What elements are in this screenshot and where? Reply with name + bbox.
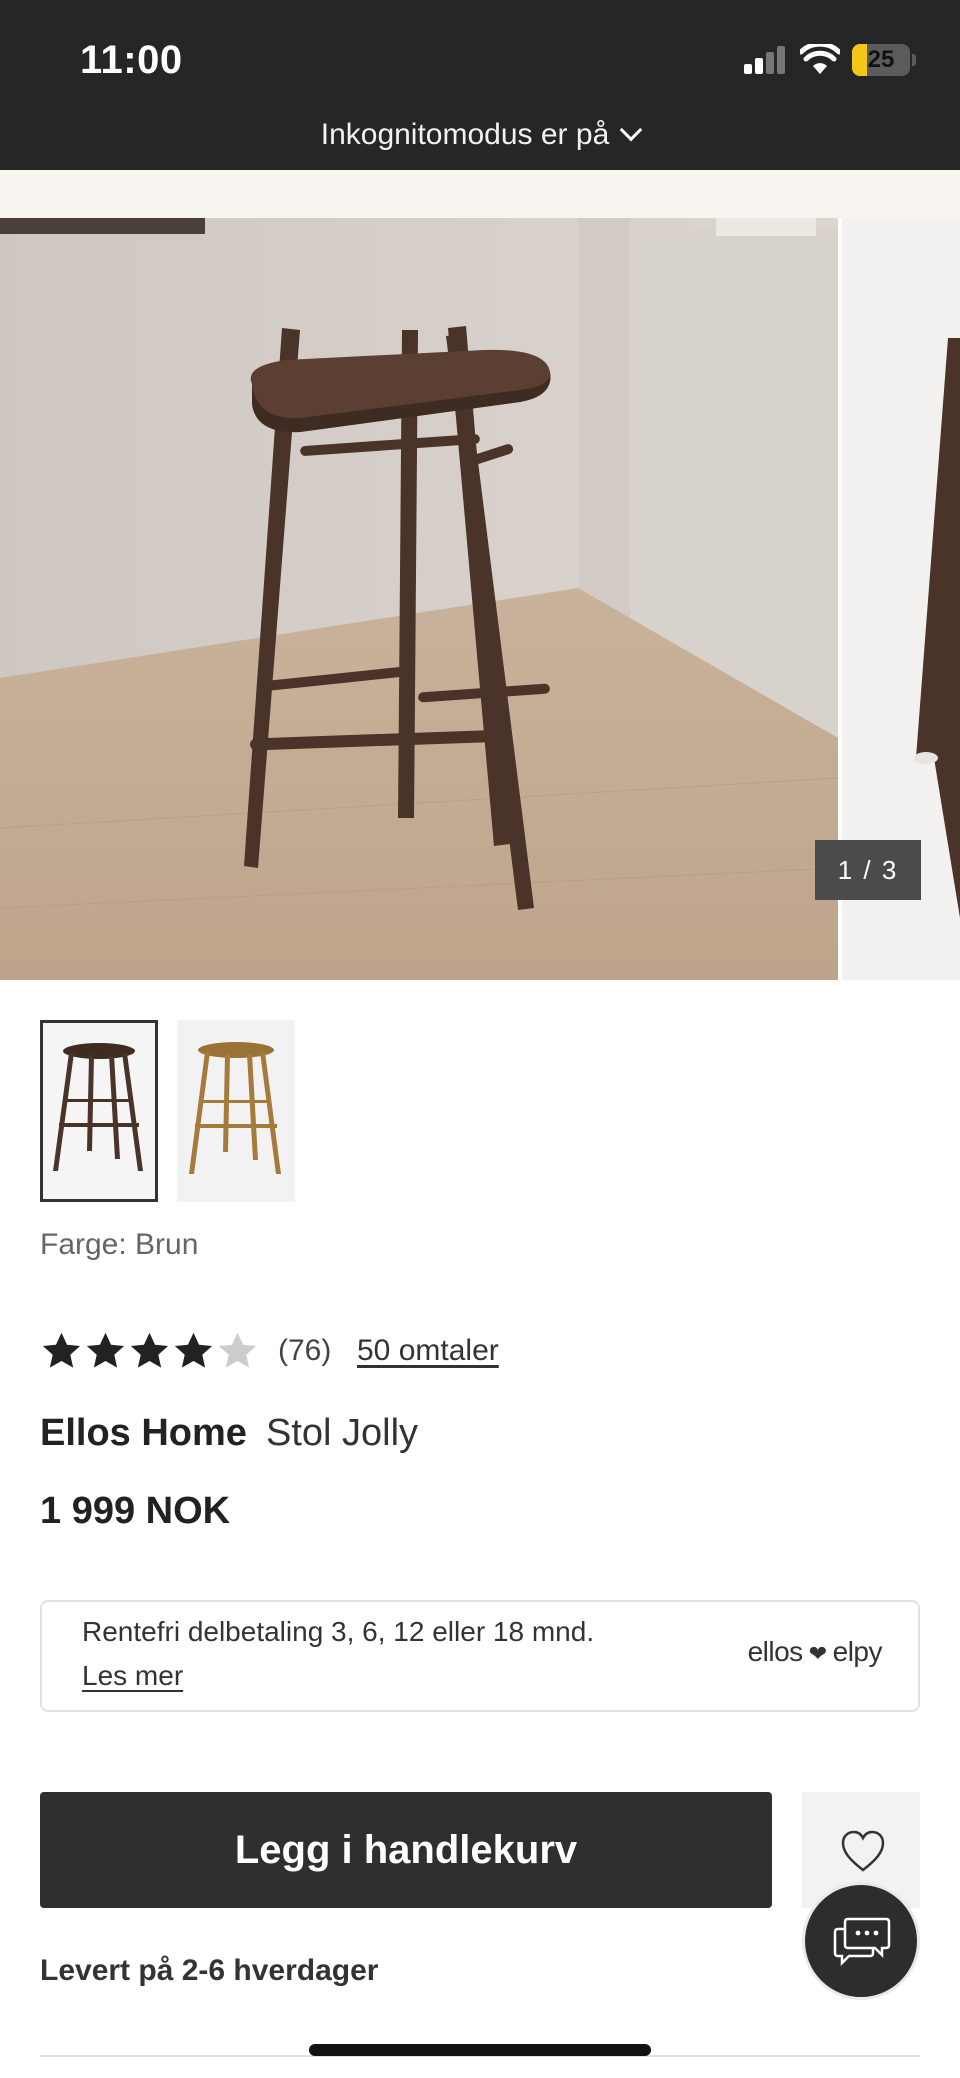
top-spacer <box>0 170 960 218</box>
financing-text: Rentefri delbetaling 3, 6, 12 eller 18 m… <box>82 1616 595 1647</box>
product-price: 1 999 NOK <box>40 1490 231 1532</box>
battery-tip <box>912 54 916 66</box>
product-brand: Ellos Home <box>40 1412 247 1454</box>
status-bar: 11:00 25 Inkognitomodus er på <box>0 0 960 170</box>
product-image-main[interactable] <box>0 218 838 980</box>
product-name: Stol Jolly <box>266 1412 419 1454</box>
financing-box: Rentefri delbetaling 3, 6, 12 eller 18 m… <box>40 1600 920 1712</box>
color-label: Farge: Brun <box>40 1228 199 1261</box>
star-empty-icon <box>218 1332 257 1368</box>
star-rating <box>40 1330 259 1374</box>
battery-percent: 25 <box>867 46 895 73</box>
chat-icon <box>833 1917 891 1967</box>
chevron-down-icon <box>619 118 643 142</box>
incognito-text: Inkognitomodus er på <box>320 118 610 151</box>
stool-brown-thumb <box>43 1023 155 1199</box>
add-to-cart-button[interactable]: Legg i handlekurv <box>40 1792 772 1908</box>
rating-count: (76) <box>278 1334 332 1367</box>
star-filled-icon <box>130 1332 169 1368</box>
ellos-logo-text: ellos <box>747 1636 804 1667</box>
battery-indicator: 25 <box>852 44 910 76</box>
variant-thumbnail-brown[interactable] <box>40 1020 158 1202</box>
clock: 11:00 <box>80 38 183 82</box>
variant-thumbnail-natural[interactable] <box>177 1020 295 1202</box>
incognito-banner[interactable]: Inkognitomodus er på <box>0 118 960 152</box>
chat-button[interactable] <box>802 1882 920 2000</box>
home-indicator[interactable] <box>309 2044 651 2056</box>
star-filled-icon <box>174 1332 213 1368</box>
reviews-link[interactable]: 50 omtaler <box>357 1334 499 1368</box>
cellular-signal-icon <box>744 46 785 74</box>
bar-stool-dark-image <box>0 218 838 980</box>
image-counter: 1 / 3 <box>815 840 921 900</box>
read-more-link[interactable]: Les mer <box>82 1660 183 1692</box>
ellos-elpy-logo: ellos ❤ elpy <box>747 1636 883 1668</box>
star-filled-icon <box>42 1332 81 1368</box>
wifi-icon <box>800 44 840 74</box>
stool-natural-thumb <box>177 1020 295 1202</box>
elpy-logo-text: elpy <box>832 1636 883 1667</box>
delivery-info: Levert på 2-6 hverdager <box>40 1954 379 1987</box>
star-filled-icon <box>86 1332 125 1368</box>
product-page: 11:00 25 Inkognitomodus er på 1 / 3 Farg… <box>0 0 960 2078</box>
heart-logo-icon: ❤ <box>808 1641 827 1666</box>
heart-icon <box>841 1830 885 1872</box>
